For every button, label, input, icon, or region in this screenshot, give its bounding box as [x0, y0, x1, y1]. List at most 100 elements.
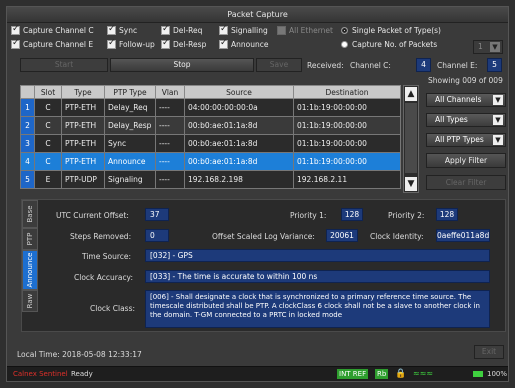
radio-icon: [341, 41, 348, 48]
lock-icon: 🔒: [395, 369, 407, 379]
header-vlan[interactable]: Vlan: [155, 85, 185, 99]
cell-type: PTP-ETH: [61, 134, 105, 153]
checkbox-icon: [277, 26, 286, 35]
stop-button[interactable]: Stop: [110, 58, 254, 72]
announce-checkbox[interactable]: Announce: [219, 38, 341, 49]
cell-type: PTP-ETH: [61, 98, 105, 117]
clock-class-label: Clock Class:: [90, 304, 136, 313]
save-button[interactable]: Save: [256, 58, 302, 72]
table-scrollbar[interactable]: ▲ ▼: [403, 85, 419, 193]
cell-destination: 01:1b:19:00:00:00: [293, 98, 401, 117]
header-index: [20, 85, 35, 99]
cell-source: 00:b0:ae:01:1a:8d: [184, 152, 294, 171]
chevron-down-icon: ▼: [493, 115, 503, 125]
tab-base[interactable]: Base: [22, 200, 38, 228]
tab-announce[interactable]: Announce: [22, 250, 38, 290]
capture-channel-e-checkbox[interactable]: Capture Channel E: [11, 38, 107, 49]
cell-source: 00:b0:ae:01:1a:8d: [184, 116, 294, 135]
clear-filter-button[interactable]: Clear Filter: [426, 175, 506, 190]
checkbox-icon: [219, 38, 228, 49]
row-index: 2: [20, 116, 35, 135]
cell-destination: 01:1b:19:00:00:00: [293, 116, 401, 135]
table-row[interactable]: 5 E PTP-UDP Signaling ---- 192.168.2.198…: [20, 170, 401, 189]
scroll-thumb[interactable]: [405, 103, 417, 173]
cell-destination: 01:1b:19:00:00:00: [293, 134, 401, 153]
tab-ptp[interactable]: PTP: [22, 228, 38, 250]
channels-filter-select[interactable]: All Channels ▼: [426, 93, 506, 107]
clock-accuracy-value: [033] - The time is accurate to within 1…: [145, 270, 490, 283]
priority-1-label: Priority 1:: [290, 211, 327, 220]
signal-icon: ≈≈≈: [413, 369, 434, 378]
cell-ptp-type: Sync: [104, 134, 156, 153]
row-index: 1: [20, 98, 35, 117]
del-resp-checkbox[interactable]: Del-Resp: [161, 38, 219, 49]
cell-type: PTP-ETH: [61, 152, 105, 171]
header-destination[interactable]: Destination: [293, 85, 401, 99]
clock-accuracy-label: Clock Accuracy:: [74, 273, 133, 282]
cell-source: 00:b0:ae:01:1a:8d: [184, 134, 294, 153]
local-time: Local Time: 2018-05-08 12:33:17: [17, 350, 142, 359]
all-ethernet-checkbox[interactable]: All Ethernet: [277, 26, 341, 35]
int-ref-badge: INT REF: [337, 369, 369, 379]
cell-slot: C: [34, 134, 62, 153]
scroll-down-icon[interactable]: ▼: [405, 177, 417, 191]
start-button[interactable]: Start: [20, 58, 108, 72]
cell-slot: C: [34, 152, 62, 171]
del-req-checkbox[interactable]: Del-Req: [161, 24, 219, 35]
capture-channel-c-checkbox[interactable]: Capture Channel C: [11, 24, 107, 35]
channel-e-label: Channel E:: [437, 61, 478, 70]
cell-ptp-type: Announce: [104, 152, 156, 171]
utc-offset-value: 37: [145, 208, 169, 221]
cell-vlan: ----: [155, 116, 185, 135]
cell-ptp-type: Delay_Resp: [104, 116, 156, 135]
cell-slot: E: [34, 170, 62, 189]
priority-1-value: 128: [341, 208, 363, 221]
cell-ptp-type: Signaling: [104, 170, 156, 189]
types-filter-select[interactable]: All Types ▼: [426, 113, 506, 127]
exit-button[interactable]: Exit: [474, 345, 504, 359]
table-row[interactable]: 3 C PTP-ETH Sync ---- 00:b0:ae:01:1a:8d …: [20, 134, 401, 153]
cell-type: PTP-UDP: [61, 170, 105, 189]
signalling-checkbox[interactable]: Signalling: [219, 24, 277, 35]
chevron-down-icon: ▼: [490, 42, 500, 52]
checkbox-icon: [107, 24, 116, 35]
packet-capture-window: Packet Capture Capture Channel C Sync De…: [6, 6, 509, 382]
channel-c-label: Channel C:: [350, 61, 391, 70]
checkbox-icon: [107, 38, 116, 49]
table-row[interactable]: 1 C PTP-ETH Delay_Req ---- 04:00:00:00:0…: [20, 98, 401, 117]
clock-identity-label: Clock Identity:: [370, 232, 424, 241]
tab-raw[interactable]: Raw: [22, 290, 38, 312]
cell-vlan: ----: [155, 98, 185, 117]
table-row-selected[interactable]: 4 C PTP-ETH Announce ---- 00:b0:ae:01:1a…: [20, 152, 401, 171]
battery-icon: [473, 371, 483, 377]
table-row[interactable]: 2 C PTP-ETH Delay_Resp ---- 00:b0:ae:01:…: [20, 116, 401, 135]
packet-count-select[interactable]: 1 ▼: [473, 40, 503, 54]
clock-identity-value: 0aeffe011a8d: [436, 229, 490, 242]
channel-c-count: 4: [416, 58, 431, 72]
apply-filter-button[interactable]: Apply Filter: [426, 153, 506, 168]
status-text: Ready: [71, 370, 93, 378]
window-title: Packet Capture: [7, 7, 508, 23]
checkbox-icon: [161, 24, 170, 35]
sync-checkbox[interactable]: Sync: [107, 24, 161, 35]
header-source[interactable]: Source: [184, 85, 294, 99]
cell-source: 04:00:00:00:00:0a: [184, 98, 294, 117]
single-packet-radio[interactable]: Single Packet of Type(s): [341, 26, 441, 35]
checkbox-icon: [11, 24, 20, 35]
battery-level: 100%: [487, 370, 508, 378]
scroll-up-icon[interactable]: ▲: [405, 87, 417, 101]
header-ptp-type[interactable]: PTP Type: [104, 85, 156, 99]
clock-class-value: [006] - Shall designate a clock that is …: [145, 290, 490, 328]
showing-count: Showing 009 of 009: [428, 76, 503, 85]
time-source-label: Time Source:: [82, 252, 132, 261]
cell-source: 192.168.2.198: [184, 170, 294, 189]
priority-2-label: Priority 2:: [388, 211, 425, 220]
header-type[interactable]: Type: [61, 85, 105, 99]
cell-destination: 01:1b:19:00:00:00: [293, 152, 401, 171]
capture-count-radio[interactable]: Capture No. of Packets: [341, 40, 437, 49]
chevron-down-icon: ▼: [493, 95, 503, 105]
ptp-types-filter-select[interactable]: All PTP Types ▼: [426, 133, 506, 147]
follow-up-checkbox[interactable]: Follow-up: [107, 38, 161, 49]
header-slot[interactable]: Slot: [34, 85, 62, 99]
cell-slot: C: [34, 116, 62, 135]
